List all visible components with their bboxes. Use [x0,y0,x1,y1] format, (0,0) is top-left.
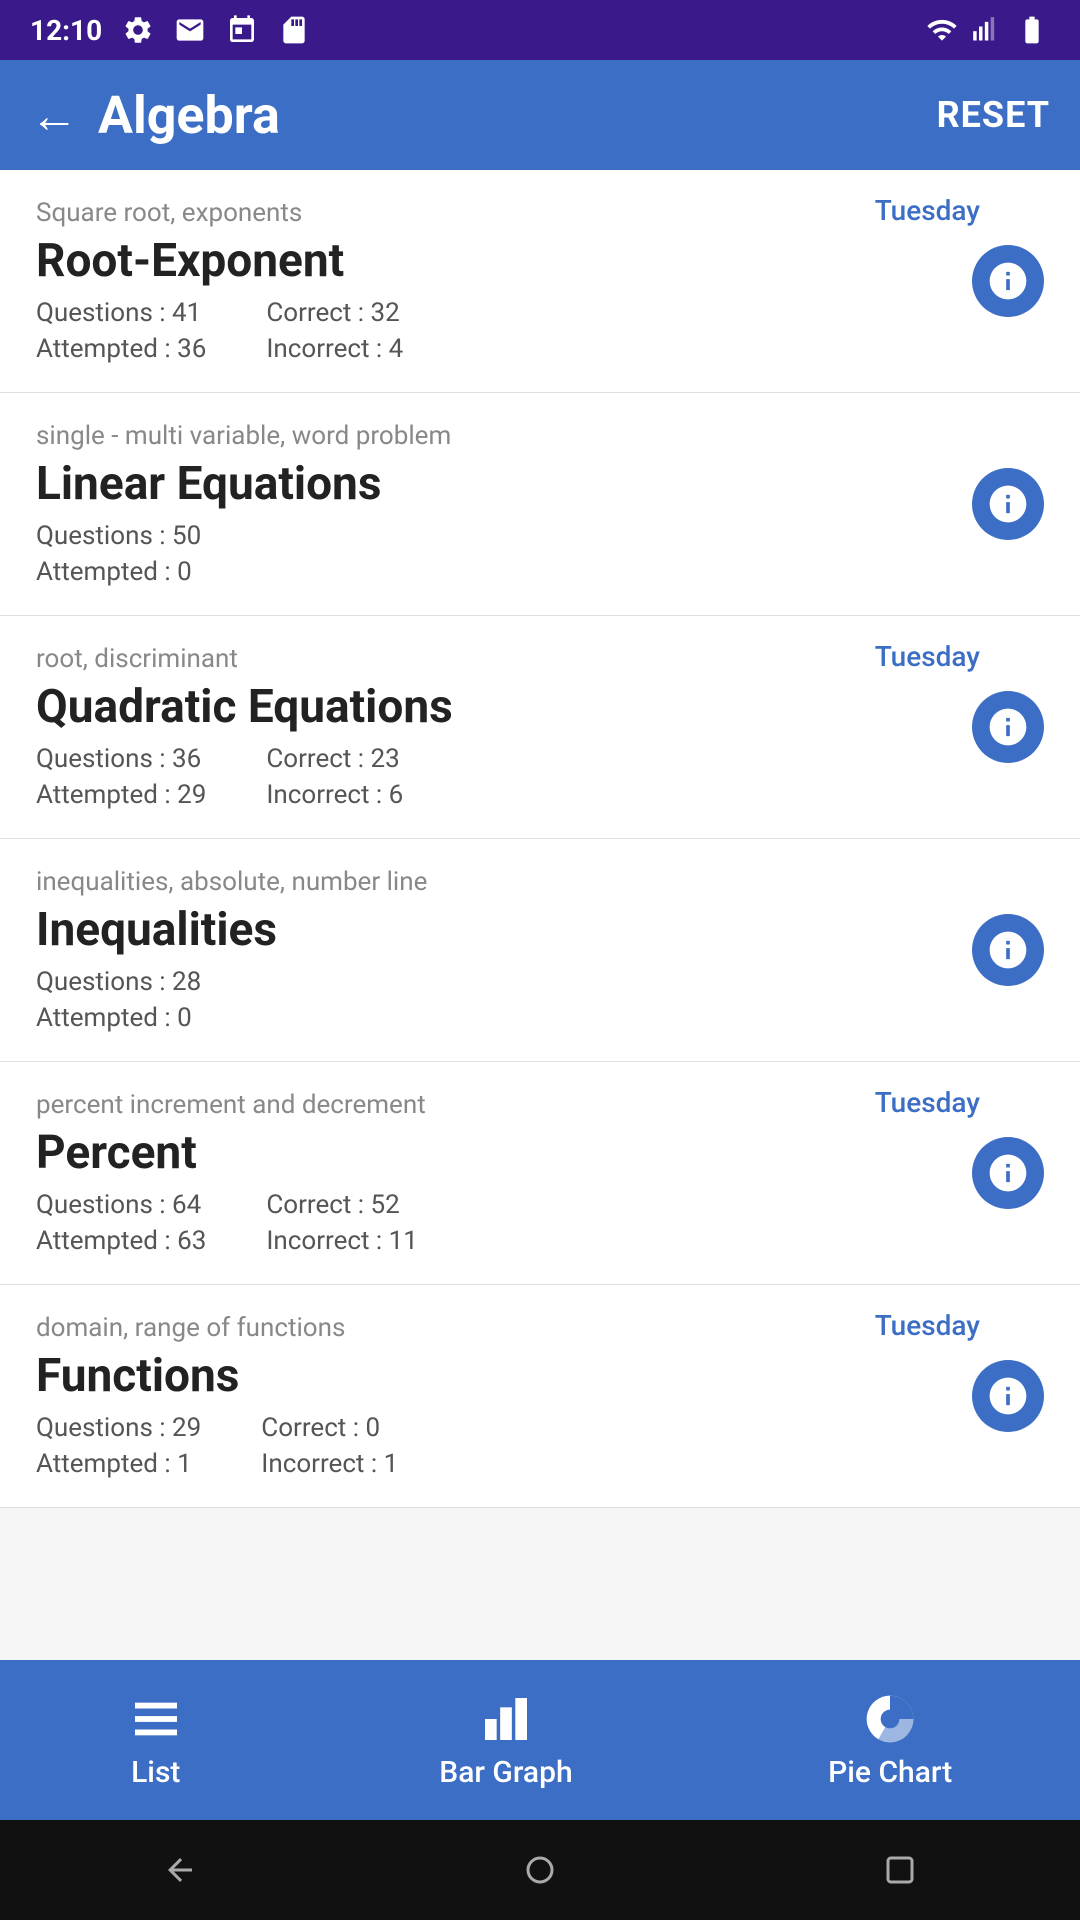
incorrect-label: Incorrect : 6 [266,780,403,810]
questions-label: Questions : 29 [36,1413,201,1443]
time-display: 12:10 [30,14,102,47]
topic-info: Square root, exponents Root-Exponent Que… [36,198,952,364]
reset-button[interactable]: RESET [937,94,1050,136]
topic-card-linear-equations[interactable]: single - multi variable, word problem Li… [0,393,1080,616]
attempted-label: Attempted : 1 [36,1449,201,1479]
topics-list: Tuesday Square root, exponents Root-Expo… [0,170,1080,1660]
nav-pie-chart[interactable]: Pie Chart [828,1691,952,1790]
topic-card-functions[interactable]: Tuesday domain, range of functions Funct… [0,1285,1080,1508]
topic-category: Square root, exponents [36,198,952,228]
topic-category: domain, range of functions [36,1313,952,1343]
back-android-button[interactable] [155,1845,205,1895]
attempted-label: Attempted : 29 [36,780,206,810]
nav-list[interactable]: List [128,1691,184,1790]
correct-label: Correct : 52 [266,1190,418,1220]
nav-pie-chart-label: Pie Chart [828,1755,952,1790]
sdcard-icon [278,14,310,46]
topic-name: Linear Equations [36,457,952,511]
topic-name: Percent [36,1126,952,1180]
attempted-label: Attempted : 0 [36,557,201,587]
info-button[interactable] [972,468,1044,540]
day-badge: Tuesday [875,640,980,673]
topic-name: Root-Exponent [36,234,952,288]
attempted-label: Attempted : 63 [36,1226,206,1256]
topic-category: single - multi variable, word problem [36,421,952,451]
topic-category: inequalities, absolute, number line [36,867,952,897]
day-badge: Tuesday [875,1309,980,1342]
questions-label: Questions : 50 [36,521,201,551]
signal-icon [972,14,1000,46]
gear-icon [122,14,154,46]
topic-info: inequalities, absolute, number line Ineq… [36,867,952,1033]
info-button[interactable] [972,1360,1044,1432]
day-badge: Tuesday [875,1086,980,1119]
info-button[interactable] [972,914,1044,986]
battery-icon [1014,14,1050,46]
incorrect-label: Incorrect : 11 [266,1226,418,1256]
nav-bar-graph-label: Bar Graph [439,1755,572,1790]
correct-label: Correct : 0 [261,1413,398,1443]
attempted-label: Attempted : 0 [36,1003,201,1033]
home-android-button[interactable] [515,1845,565,1895]
topic-name: Inequalities [36,903,952,957]
android-nav-bar [0,1820,1080,1920]
pie-chart-icon [862,1691,918,1747]
questions-label: Questions : 36 [36,744,206,774]
topic-info: percent increment and decrement Percent … [36,1090,952,1256]
incorrect-label: Incorrect : 4 [266,334,403,364]
attempted-label: Attempted : 36 [36,334,206,364]
info-button[interactable] [972,691,1044,763]
day-badge: Tuesday [875,194,980,227]
topic-category: percent increment and decrement [36,1090,952,1120]
top-bar: ← Algebra RESET [0,60,1080,170]
topic-info: single - multi variable, word problem Li… [36,421,952,587]
info-button[interactable] [972,245,1044,317]
topic-card-quadratic-equations[interactable]: Tuesday root, discriminant Quadratic Equ… [0,616,1080,839]
bottom-nav: List Bar Graph Pie Chart [0,1660,1080,1820]
topic-category: root, discriminant [36,644,952,674]
nav-bar-graph[interactable]: Bar Graph [439,1691,572,1790]
calendar-icon [226,14,258,46]
correct-label: Correct : 32 [266,298,403,328]
correct-label: Correct : 23 [266,744,403,774]
questions-label: Questions : 41 [36,298,206,328]
back-button[interactable]: ← [30,87,78,144]
recents-android-button[interactable] [875,1845,925,1895]
page-title: Algebra [98,85,937,146]
questions-label: Questions : 64 [36,1190,206,1220]
info-button[interactable] [972,1137,1044,1209]
topic-card-inequalities[interactable]: inequalities, absolute, number line Ineq… [0,839,1080,1062]
questions-label: Questions : 28 [36,967,201,997]
topic-name: Functions [36,1349,952,1403]
incorrect-label: Incorrect : 1 [261,1449,398,1479]
topic-card-percent[interactable]: Tuesday percent increment and decrement … [0,1062,1080,1285]
list-icon [128,1691,184,1747]
bar-graph-icon [478,1691,534,1747]
wifi-icon [926,14,958,46]
nav-list-label: List [131,1755,180,1790]
email-icon [174,14,206,46]
topic-name: Quadratic Equations [36,680,952,734]
topic-card-root-exponent[interactable]: Tuesday Square root, exponents Root-Expo… [0,170,1080,393]
topic-info: root, discriminant Quadratic Equations Q… [36,644,952,810]
status-bar: 12:10 [0,0,1080,60]
topic-info: domain, range of functions Functions Que… [36,1313,952,1479]
